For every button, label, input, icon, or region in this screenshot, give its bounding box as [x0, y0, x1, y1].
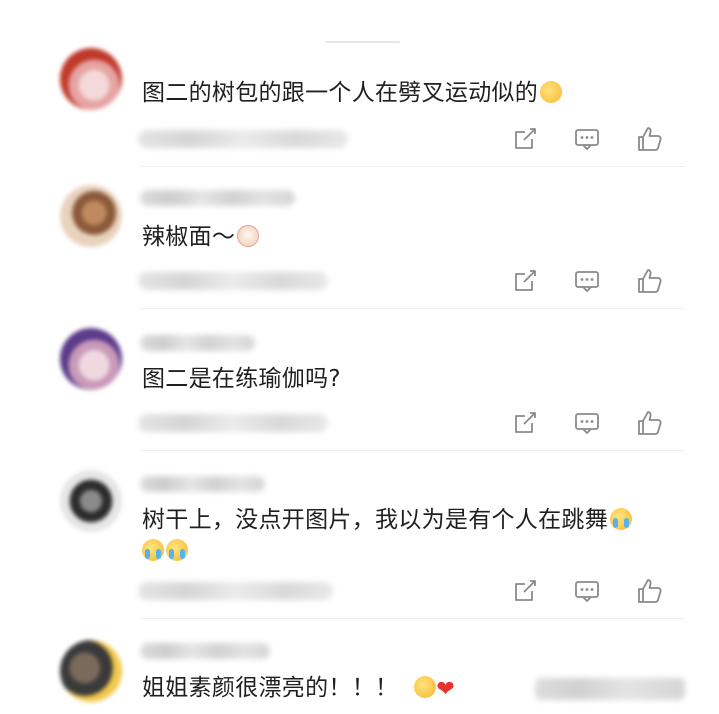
crying-emoji [610, 508, 632, 530]
comment-button[interactable] [572, 266, 602, 296]
comment-meta-blurred [138, 130, 348, 148]
laughing-crying-emoji [540, 81, 563, 103]
crying-emoji [166, 539, 188, 561]
divider [140, 166, 685, 167]
divider [140, 618, 685, 619]
comment-actions [505, 408, 675, 438]
share-icon [515, 580, 536, 601]
like-icon [638, 579, 662, 603]
like-icon [638, 269, 662, 293]
avatar[interactable] [60, 470, 122, 532]
comment-meta-blurred [138, 272, 328, 290]
comment-text-line2 [142, 536, 188, 567]
avatar[interactable] [60, 48, 122, 110]
heart-emoji: ❤ [436, 677, 456, 702]
comment-meta-blurred [138, 582, 333, 600]
crying-emoji [142, 539, 164, 561]
comment-icon [575, 581, 599, 603]
avatar[interactable] [60, 328, 122, 390]
comment-meta-blurred [138, 414, 328, 432]
share-icon [515, 128, 536, 149]
comment-text-content: 树干上，没点开图片，我以为是有个人在跳舞 [142, 507, 608, 533]
like-button[interactable] [634, 266, 664, 296]
comment-button[interactable] [572, 408, 602, 438]
comment-actions [505, 576, 675, 606]
drag-handle[interactable] [325, 41, 400, 43]
comment-actions [505, 266, 675, 296]
like-icon [638, 127, 662, 151]
comment-text-content: 辣椒面～ [142, 224, 236, 250]
comment-text-content: 图二的树包的跟一个人在劈叉运动似的 [142, 80, 539, 106]
user-name-blurred [140, 335, 255, 351]
comment-button[interactable] [572, 124, 602, 154]
comment-icon [575, 129, 599, 151]
comment-text: 姐姐素颜很漂亮的！！！ ❤ [142, 673, 455, 705]
user-name-blurred [140, 476, 265, 492]
share-button[interactable] [510, 408, 540, 438]
comment-text: 树干上，没点开图片，我以为是有个人在跳舞 [142, 505, 632, 536]
share-icon [515, 412, 536, 433]
comment-icon [575, 413, 599, 435]
comment-button[interactable] [572, 576, 602, 606]
share-button[interactable] [510, 266, 540, 296]
laughing-crying-emoji [414, 676, 437, 698]
share-button[interactable] [510, 124, 540, 154]
like-button[interactable] [634, 576, 664, 606]
comment-actions [505, 124, 675, 154]
divider [140, 450, 685, 451]
user-name-blurred [140, 190, 295, 206]
bun-emoji [237, 225, 260, 247]
comment-text: 图二是在练瑜伽吗? [142, 364, 341, 395]
like-icon [638, 411, 662, 435]
like-button[interactable] [634, 124, 664, 154]
comment-text: 辣椒面～ [142, 222, 260, 253]
user-name-blurred [140, 643, 270, 659]
comment-icon [575, 271, 599, 293]
avatar[interactable] [60, 185, 122, 247]
avatar[interactable] [60, 640, 122, 702]
like-button[interactable] [634, 408, 664, 438]
comment-text-content: 姐姐素颜很漂亮的！！！ [142, 675, 399, 701]
share-icon [515, 270, 536, 291]
share-button[interactable] [510, 576, 540, 606]
comment-text: 图二的树包的跟一个人在劈叉运动似的 [142, 78, 563, 109]
divider [140, 308, 685, 309]
blurred-content [535, 678, 685, 700]
comment-text-content: 图二是在练瑜伽吗? [142, 366, 341, 392]
